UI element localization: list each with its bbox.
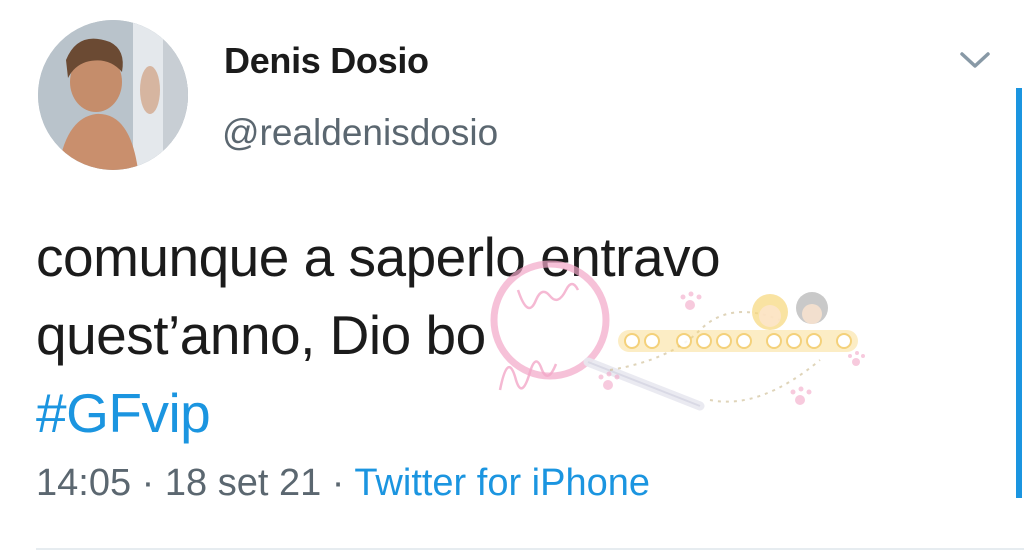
hashtag-link[interactable]: #GFvip xyxy=(36,374,936,452)
avatar-image xyxy=(38,20,188,170)
meta-separator: · xyxy=(131,462,165,504)
tweet-time[interactable]: 14:05 xyxy=(36,462,131,504)
scrollbar-edge xyxy=(1016,88,1022,498)
tweet-text-line: comunque a saperlo entravo xyxy=(36,226,721,288)
tweet-metadata: 14:05 · 18 set 21 · Twitter for iPhone xyxy=(36,462,650,505)
tweet-source-link[interactable]: Twitter for iPhone xyxy=(354,462,650,504)
meta-separator: · xyxy=(321,462,355,504)
user-handle[interactable]: @realdenisdosio xyxy=(222,112,498,154)
tweet-card: Denis Dosio @realdenisdosio comunque a s… xyxy=(0,0,1024,558)
tweet-text: comunque a saperlo entravo quest’anno, D… xyxy=(36,218,936,452)
chevron-down-icon[interactable] xyxy=(958,46,992,74)
divider xyxy=(36,548,1024,550)
tweet-text-line: quest’anno, Dio bo xyxy=(36,304,486,366)
tweet-date[interactable]: 18 set 21 xyxy=(165,462,321,504)
display-name[interactable]: Denis Dosio xyxy=(224,40,429,82)
avatar[interactable] xyxy=(38,20,188,170)
